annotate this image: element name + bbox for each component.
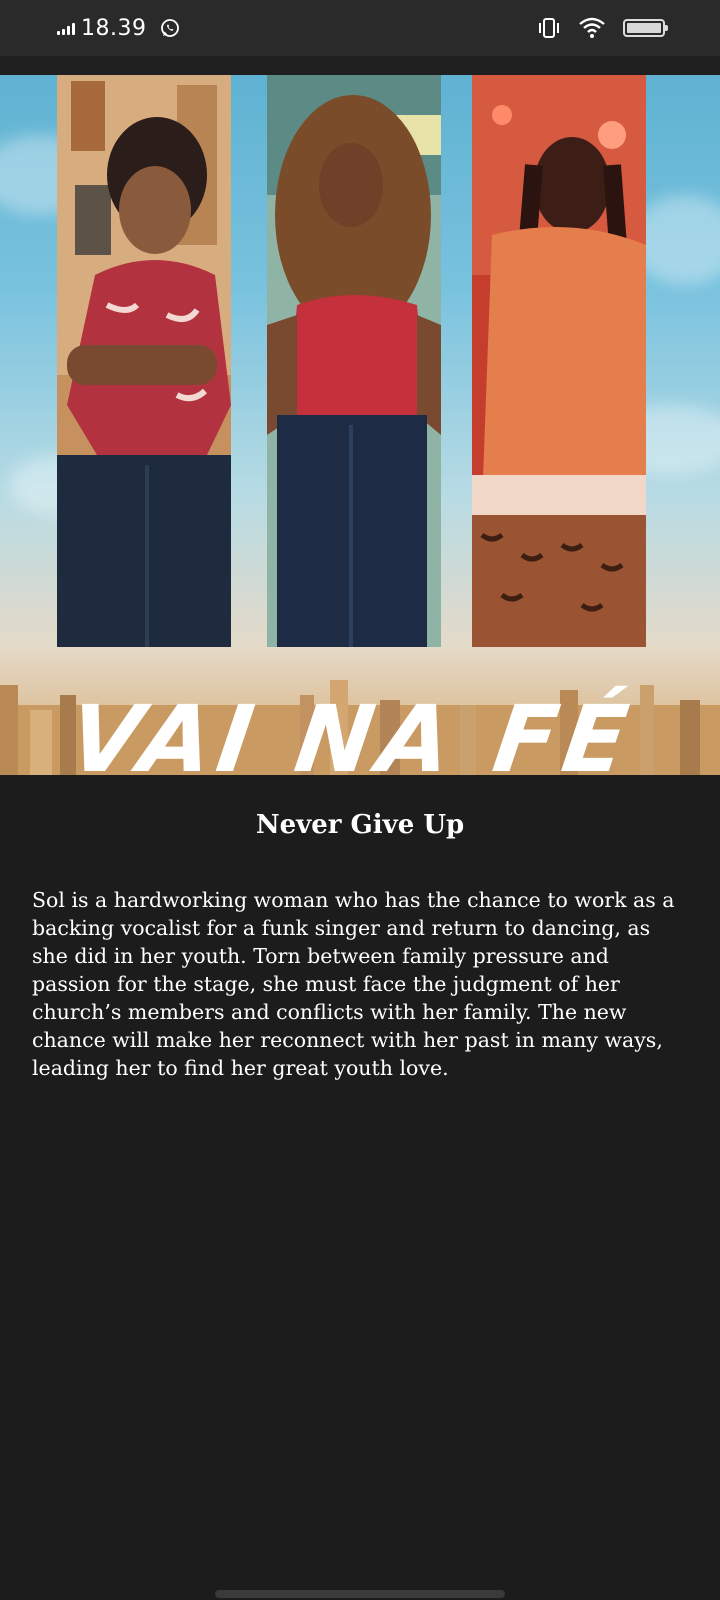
poster-image: VAI NA FÉ	[0, 75, 720, 775]
signal-icon	[57, 21, 75, 35]
status-right	[537, 14, 668, 42]
page-title: Never Give Up	[255, 810, 465, 840]
status-left: 18.39	[57, 14, 180, 42]
poster-title: VAI NA FÉ	[62, 686, 640, 775]
header-band	[0, 56, 720, 75]
clock: 18.39	[81, 15, 147, 41]
vibrate-icon	[539, 18, 559, 38]
description: Sol is a hardworking woman who has the c…	[32, 888, 675, 1080]
status-bar: 18.39	[0, 0, 720, 56]
wifi-icon	[579, 17, 605, 38]
poster-panel-right	[472, 75, 646, 647]
home-indicator[interactable]	[215, 1590, 505, 1598]
poster-panel-left	[57, 75, 231, 647]
poster-panel-center	[267, 75, 441, 647]
battery-icon	[623, 19, 668, 37]
whatsapp-icon	[161, 19, 180, 37]
